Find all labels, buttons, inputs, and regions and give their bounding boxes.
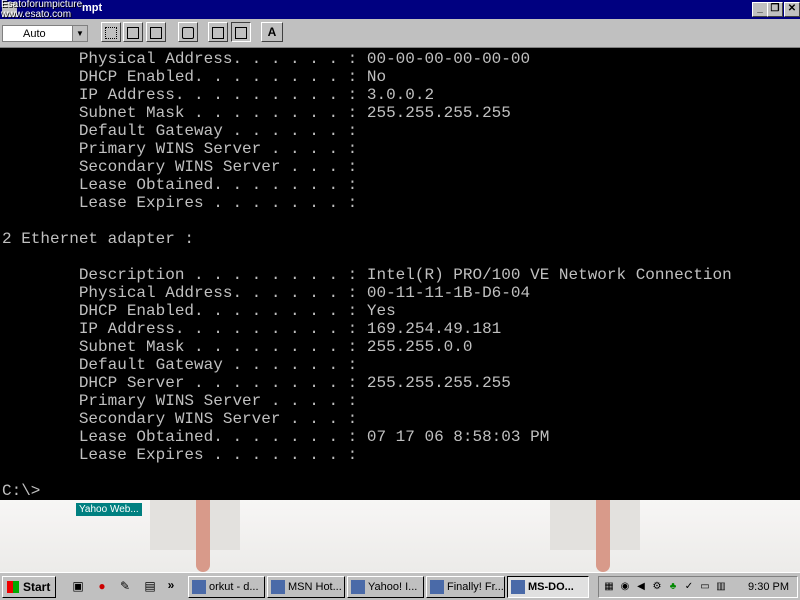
quicklaunch-desktop-icon[interactable]: ▣ xyxy=(70,578,86,594)
console-line: IP Address. . . . . . . . . : 3.0.0.2 xyxy=(2,86,435,104)
properties-icon xyxy=(212,27,224,39)
start-label: Start xyxy=(23,580,51,594)
mark-icon xyxy=(105,27,117,39)
maximize-button[interactable]: ❐ xyxy=(767,2,783,17)
copy-icon xyxy=(127,27,139,39)
desktop-wallpaper: Yahoo Web... xyxy=(0,500,800,572)
app-icon xyxy=(511,580,525,594)
console-line: Primary WINS Server . . . . : xyxy=(2,392,358,410)
wallpaper-tie-right xyxy=(596,500,610,572)
app-icon xyxy=(192,580,206,594)
paste-icon xyxy=(150,27,162,39)
close-button[interactable]: ✕ xyxy=(784,2,800,17)
quicklaunch-chevron[interactable]: » xyxy=(163,578,179,594)
console-line: Lease Obtained. . . . . . . : 07 17 06 8… xyxy=(2,428,550,446)
watermark: Esatoforumpicture www.esato.com xyxy=(1,0,82,20)
paste-button[interactable] xyxy=(146,22,166,42)
background-icon xyxy=(235,27,247,39)
toolbar: Auto ▼ A xyxy=(0,19,800,48)
tray-monitor-icon[interactable]: ▭ xyxy=(698,580,712,594)
minimize-button[interactable]: _ xyxy=(752,2,768,17)
console-line: Physical Address. . . . . . : 00-11-11-1… xyxy=(2,284,531,302)
console-line: DHCP Enabled. . . . . . . . : Yes xyxy=(2,302,396,320)
tray-connection-icon[interactable]: ▥ xyxy=(714,580,728,594)
tray-update-icon[interactable]: ✓ xyxy=(682,580,696,594)
system-tray: ▦ ◉ ◀ ⚙ ♣ ✓ ▭ ▥ 9:30 PM xyxy=(598,576,798,598)
taskbar-button-label: Finally! Fr... xyxy=(447,581,504,593)
desktop-shortcut-yahoo[interactable]: Yahoo Web... xyxy=(76,503,142,516)
console-line: DHCP Server . . . . . . . . : 255.255.25… xyxy=(2,374,511,392)
properties-button[interactable] xyxy=(208,22,228,42)
console-line: Physical Address. . . . . . : 00-00-00-0… xyxy=(2,50,531,68)
console-line: 2 Ethernet adapter : xyxy=(2,230,195,248)
taskbar-button[interactable]: Finally! Fr... xyxy=(426,576,505,598)
console-line: DHCP Enabled. . . . . . . . : No xyxy=(2,68,387,86)
font-button[interactable]: A xyxy=(261,22,283,42)
quicklaunch-edit-icon[interactable]: ✎ xyxy=(117,578,133,594)
taskbar-button[interactable]: MS-DO... xyxy=(507,576,589,598)
tray-network-icon[interactable]: ▦ xyxy=(602,580,616,594)
tray-messenger-icon[interactable]: ♣ xyxy=(666,580,680,594)
console-line: Secondary WINS Server . . . : xyxy=(2,158,358,176)
wallpaper-collar-left xyxy=(150,500,240,550)
title-bar: mpt Esatoforumpicture www.esato.com _ ❐ … xyxy=(0,0,800,20)
taskbar-button[interactable]: MSN Hot... xyxy=(267,576,345,598)
tray-settings-icon[interactable]: ⚙ xyxy=(650,580,664,594)
window-title: mpt xyxy=(82,2,103,14)
app-icon xyxy=(351,580,365,594)
app-icon xyxy=(271,580,285,594)
console-line: IP Address. . . . . . . . . : 169.254.49… xyxy=(2,320,502,338)
quicklaunch-media-icon[interactable]: ● xyxy=(94,578,110,594)
start-button[interactable]: Start xyxy=(2,576,56,598)
taskbar-button-label: MS-DO... xyxy=(528,581,574,593)
console-line: Primary WINS Server . . . . : xyxy=(2,140,358,158)
taskbar-button-label: MSN Hot... xyxy=(288,581,342,593)
taskbar-button-label: Yahoo! I... xyxy=(368,581,418,593)
copy-button[interactable] xyxy=(123,22,143,42)
background-button[interactable] xyxy=(231,22,251,42)
windows-logo-icon xyxy=(7,581,19,593)
font-size-value: Auto xyxy=(23,28,46,40)
console-line: Default Gateway . . . . . . : xyxy=(2,122,358,140)
quicklaunch-window-icon[interactable]: ▤ xyxy=(142,578,158,594)
console-output[interactable]: Physical Address. . . . . . : 00-00-00-0… xyxy=(0,48,800,500)
console-line: Lease Obtained. . . . . . . : xyxy=(2,176,358,194)
fullscreen-icon xyxy=(182,27,194,39)
mark-button[interactable] xyxy=(101,22,121,42)
console-line: Subnet Mask . . . . . . . . : 255.255.25… xyxy=(2,104,511,122)
wallpaper-tie-left xyxy=(196,500,210,572)
fullscreen-button[interactable] xyxy=(178,22,198,42)
taskbar: Start ▣ ● ✎ ▤ » orkut - d... MSN Hot... Ya… xyxy=(0,572,800,600)
console-line: Lease Expires . . . . . . . : xyxy=(2,446,358,464)
console-line: C:\> xyxy=(2,482,41,500)
console-line: Secondary WINS Server . . . : xyxy=(2,410,358,428)
tray-disc-icon[interactable]: ◉ xyxy=(618,580,632,594)
console-line: Lease Expires . . . . . . . : xyxy=(2,194,358,212)
console-line: Subnet Mask . . . . . . . . : 255.255.0.… xyxy=(2,338,473,356)
console-line: Default Gateway . . . . . . : xyxy=(2,356,358,374)
taskbar-button-label: orkut - d... xyxy=(209,581,259,593)
font-size-select[interactable]: Auto ▼ xyxy=(2,25,88,42)
wallpaper-collar-right xyxy=(550,500,640,550)
taskbar-button[interactable]: Yahoo! I... xyxy=(347,576,424,598)
app-icon xyxy=(430,580,444,594)
clock[interactable]: 9:30 PM xyxy=(748,581,789,593)
chevron-down-icon[interactable]: ▼ xyxy=(72,26,87,41)
tray-volume-icon[interactable]: ◀ xyxy=(634,580,648,594)
console-line: Description . . . . . . . . : Intel(R) P… xyxy=(2,266,732,284)
taskbar-button[interactable]: orkut - d... xyxy=(188,576,265,598)
